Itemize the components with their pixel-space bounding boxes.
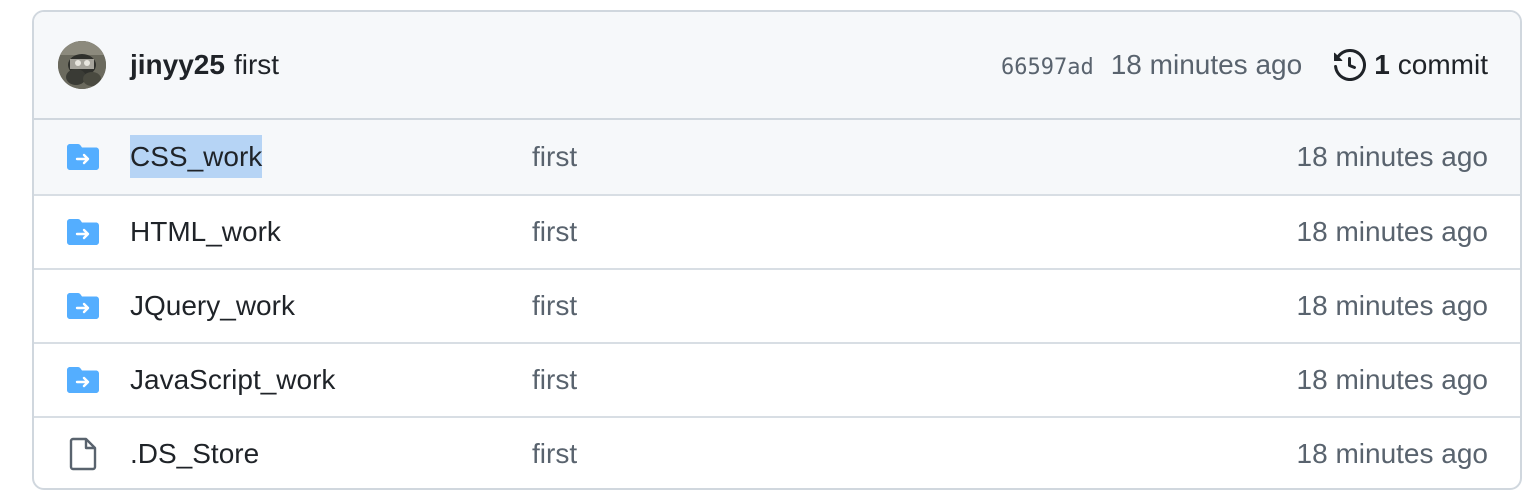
file-name-selection: CSS_work	[130, 135, 263, 178]
file-name-link[interactable]: HTML_work	[130, 216, 532, 248]
folder-icon	[66, 218, 100, 246]
file-row-html-work[interactable]: HTML_work first 18 minutes ago	[34, 194, 1520, 268]
file-browser-box: jinyy25 first 66597ad 18 minutes ago 1 c…	[32, 10, 1522, 490]
file-row-jquery-work[interactable]: JQuery_work first 18 minutes ago	[34, 268, 1520, 342]
file-list: CSS_work first 18 minutes ago HTML_work …	[34, 120, 1520, 488]
file-time: 18 minutes ago	[1296, 141, 1488, 172]
file-row-css-work[interactable]: CSS_work first 18 minutes ago	[34, 120, 1520, 194]
file-row-javascript-work[interactable]: JavaScript_work first 18 minutes ago	[34, 342, 1520, 416]
file-icon	[66, 437, 100, 471]
file-name-link[interactable]: JavaScript_work	[130, 364, 532, 396]
file-commit-message-link[interactable]: first	[532, 364, 1297, 396]
file-time: 18 minutes ago	[1296, 438, 1488, 469]
commit-message-link[interactable]: first	[234, 49, 279, 81]
commit-label: commit	[1397, 49, 1488, 80]
file-time: 18 minutes ago	[1296, 290, 1488, 321]
file-time: 18 minutes ago	[1296, 364, 1488, 395]
history-icon	[1334, 49, 1367, 81]
file-time: 18 minutes ago	[1296, 216, 1488, 247]
file-commit-message-link[interactable]: first	[532, 290, 1297, 322]
commit-time: 18 minutes ago	[1110, 49, 1303, 80]
file-row-ds-store[interactable]: .DS_Store first 18 minutes ago	[34, 416, 1520, 488]
file-commit-message-link[interactable]: first	[532, 141, 1297, 173]
folder-icon	[66, 292, 100, 320]
avatar[interactable]	[58, 41, 106, 89]
file-commit-message-link[interactable]: first	[532, 438, 1297, 470]
latest-commit-header: jinyy25 first 66597ad 18 minutes ago 1 c…	[34, 12, 1520, 120]
file-name-link[interactable]: CSS_work	[130, 135, 532, 178]
commit-author-link[interactable]: jinyy25	[130, 49, 225, 81]
commit-count: 1	[1374, 49, 1390, 80]
file-name-link[interactable]: .DS_Store	[130, 438, 532, 470]
file-name-link[interactable]: JQuery_work	[130, 290, 532, 322]
folder-icon	[66, 143, 100, 171]
commits-history-link[interactable]: 1 commit	[1334, 49, 1488, 81]
commit-sha-link[interactable]: 66597ad	[1001, 55, 1094, 80]
folder-icon	[66, 366, 100, 394]
file-commit-message-link[interactable]: first	[532, 216, 1297, 248]
